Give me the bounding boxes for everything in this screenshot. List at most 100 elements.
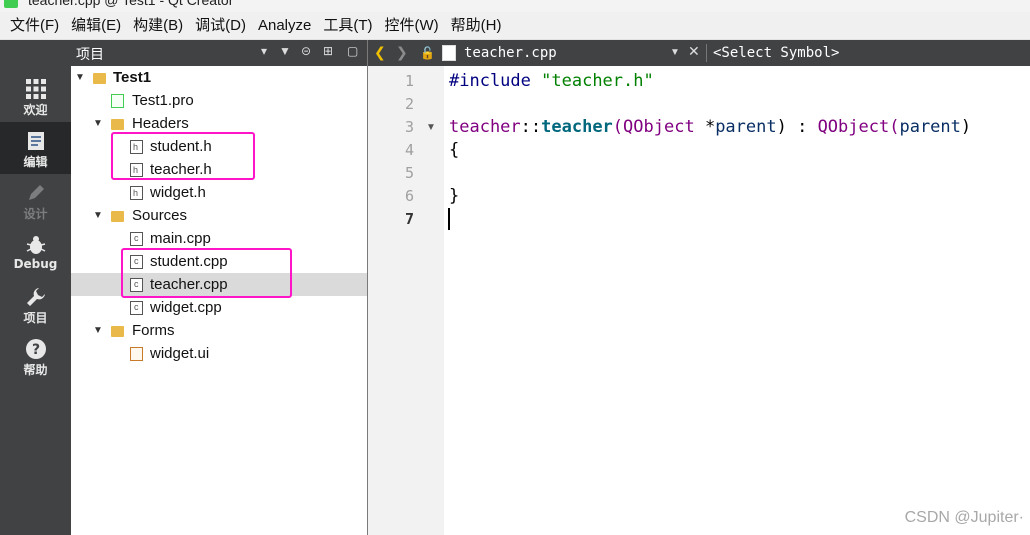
tree-item-pro-file[interactable]: Test1.pro [71,89,367,112]
function-name: teacher [541,117,613,137]
tree-item-project[interactable]: ▼ Test1 [71,66,367,89]
tree-label: main.cpp [150,230,211,247]
mode-label: 编辑 [23,155,48,169]
code-line-6: } [449,186,460,206]
preprocessor-directive: #include [449,71,531,91]
title-bar: teacher.cpp @ Test1 - Qt Creator [0,0,1030,12]
filter-icon[interactable]: ▼ [279,44,291,58]
link-icon[interactable]: ⊝ [301,44,311,58]
mode-label: Debug [13,257,58,271]
mode-label: 帮助 [23,363,48,377]
tree-label: Forms [132,322,175,339]
paren: ) [960,117,972,137]
tree-item-widget-cpp[interactable]: widget.cpp [71,296,367,319]
project-pane-title: 项目 [76,46,104,62]
line-number: 4 [404,141,414,159]
highlight-box-headers [111,132,255,180]
base-class: QObject [817,117,890,137]
code-line-1: #include "teacher.h" [449,70,654,93]
forward-arrow-icon[interactable]: ❯ [396,44,408,61]
folder-icon [111,211,124,222]
mode-welcome[interactable]: 欢迎 [0,70,71,122]
tree-item-forms[interactable]: ▼ Forms [71,319,367,342]
document-icon [442,45,456,61]
scope-operator: :: [520,117,542,137]
watermark: CSDN @Jupiter· [904,509,1024,526]
split-icon[interactable]: ⊞ [323,44,333,58]
code-line-4: { [449,140,460,160]
mode-design[interactable]: 设计 [0,174,71,226]
init-arg: parent [899,117,961,137]
window-title: teacher.cpp @ Test1 - Qt Creator [28,0,234,8]
lock-icon[interactable]: 🔓 [420,46,435,60]
line-number-gutter: 1 2 3 ▼ 4 5 6 7 [368,66,444,535]
editor-toolbar: ❮ ❯ 🔓 teacher.cpp ▼ ✕ <Select Symbol> [368,40,1030,66]
close-pane-icon[interactable]: ▢ [347,44,358,58]
collapse-arrow-icon[interactable]: ▼ [93,204,105,227]
collapse-arrow-icon[interactable]: ▼ [75,66,87,89]
mode-label: 项目 [23,311,48,325]
tree-item-sources[interactable]: ▼ Sources [71,204,367,227]
tree-label: Test1 [113,69,152,86]
editor-filename[interactable]: teacher.cpp [464,45,557,61]
menu-build[interactable]: 构建(B) [127,12,189,40]
menu-debug[interactable]: 调试(D) [189,12,252,40]
tree-label: Test1.pro [132,92,194,109]
paren: ( [612,117,624,137]
mode-edit[interactable]: 编辑 [0,122,71,174]
close-file-icon[interactable]: ✕ [688,43,700,60]
source-file-icon [130,227,143,250]
mode-bar: 欢迎 编辑 设计 Debug 项目 ? 帮助 [0,66,71,535]
view-dropdown-icon[interactable]: ▾ [261,44,267,58]
project-pane-header: 项目 ▾ ▼ ⊝ ⊞ ▢ [71,40,367,66]
modebar-top [0,40,71,66]
collapse-arrow-icon[interactable]: ▼ [93,112,105,135]
mode-projects[interactable]: 项目 [0,278,71,330]
menu-help[interactable]: 帮助(H) [445,12,508,40]
fold-arrow-icon[interactable]: ▼ [426,116,436,139]
tree-label: widget.h [150,184,206,201]
mode-help[interactable]: ? 帮助 [0,330,71,382]
file-dropdown-icon[interactable]: ▼ [670,47,680,58]
collapse-arrow-icon[interactable]: ▼ [93,319,105,342]
tree-item-widget-ui[interactable]: widget.ui [71,342,367,365]
param-name: parent [715,117,777,137]
class-name: teacher [449,117,521,137]
grid-icon [25,78,47,100]
ui-form-icon [130,347,143,361]
param-type: QObject [623,117,695,137]
folder-icon [111,326,124,337]
text-caret [448,208,450,230]
mode-label: 欢迎 [23,103,48,117]
tree-label: widget.cpp [150,299,222,316]
include-string: "teacher.h" [541,71,654,91]
line-number: 6 [404,187,414,205]
back-arrow-icon[interactable]: ❮ [374,44,386,61]
help-icon: ? [25,338,47,360]
toolbar-separator [706,44,707,62]
menu-analyze[interactable]: Analyze [252,12,317,40]
svg-text:?: ? [31,342,39,358]
menu-tools[interactable]: 工具(T) [317,12,378,40]
project-folder-icon [93,73,106,84]
tree-item-widget-h[interactable]: widget.h [71,181,367,205]
symbol-selector[interactable]: <Select Symbol> [713,45,839,61]
folder-icon [111,119,124,130]
project-tree: ▼ Test1 Test1.pro ▼ Headers student.h te… [71,66,367,535]
tree-item-main-cpp[interactable]: main.cpp [71,227,367,250]
mode-debug[interactable]: Debug [0,226,71,278]
pro-file-icon [111,94,124,108]
tree-label: Sources [132,207,188,224]
bug-icon [25,234,47,256]
wrench-icon [25,286,47,308]
code-line-3: teacher::teacher(QObject *parent) : QObj… [449,116,971,139]
menu-widgets[interactable]: 控件(W) [379,12,445,40]
menu-file[interactable]: 文件(F) [4,12,65,40]
menu-bar: 文件(F) 编辑(E) 构建(B) 调试(D) Analyze 工具(T) 控件… [0,12,1030,40]
code-editor[interactable]: #include "teacher.h" teacher::teacher(QO… [444,66,1030,535]
pencil-icon [25,182,47,204]
header-file-icon [130,182,143,205]
line-number: 1 [404,72,414,90]
menu-edit[interactable]: 编辑(E) [65,12,127,40]
line-number: 5 [404,164,414,182]
